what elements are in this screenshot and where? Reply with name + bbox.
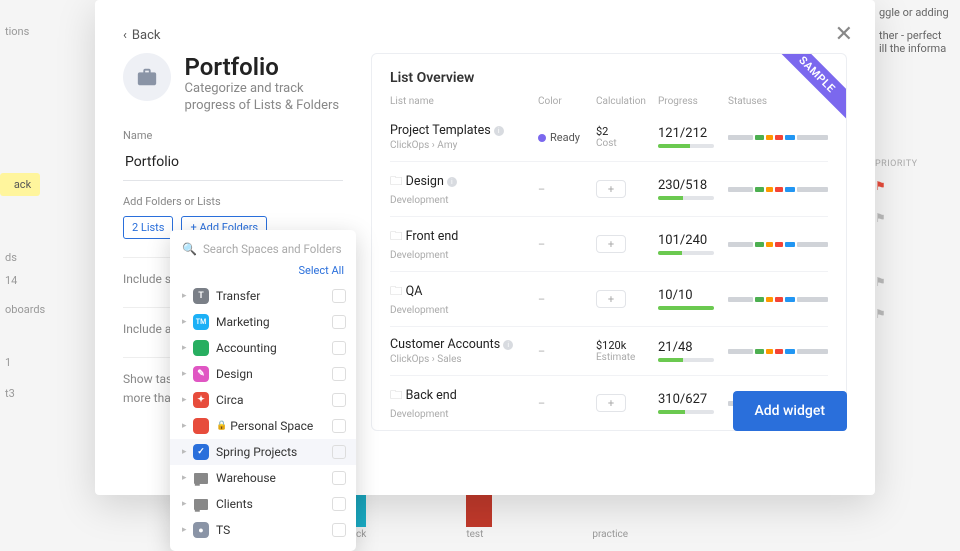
spaces-dropdown: 🔍 Search Spaces and Folders Select All ▸… [170, 230, 356, 551]
expand-icon[interactable]: ▸ [182, 525, 188, 535]
expand-icon[interactable]: ▸ [182, 317, 188, 327]
chevron-left-icon: ‹ [123, 28, 127, 43]
checkbox[interactable] [332, 523, 346, 537]
expand-icon[interactable]: ▸ [182, 499, 188, 509]
preview-title: List Overview [390, 70, 828, 86]
preview-row: 🗀 Front endDevelopment–+101/240 [390, 216, 828, 271]
dropdown-item[interactable]: ▸▮Clients [170, 491, 356, 517]
lock-icon: 🔒 [216, 421, 227, 431]
dropdown-item[interactable]: ▸🔒Personal Space [170, 413, 356, 439]
dropdown-item[interactable]: ▸●TS [170, 517, 356, 543]
expand-icon[interactable]: ▸ [182, 343, 188, 353]
dropdown-search[interactable]: 🔍 Search Spaces and Folders [170, 238, 356, 264]
checkbox[interactable] [332, 341, 346, 355]
expand-icon[interactable]: ▸ [182, 395, 188, 405]
checkbox[interactable] [332, 497, 346, 511]
expand-icon[interactable]: ▸ [182, 473, 188, 483]
preview-card: SAMPLE List Overview List name Color Cal… [371, 53, 847, 431]
expand-icon[interactable]: ▸ [182, 447, 188, 457]
name-input[interactable] [123, 148, 343, 181]
checkbox[interactable] [332, 419, 346, 433]
background-sidebar: tions ack ds 14 oboards 1 t3 [0, 0, 95, 540]
select-all-link[interactable]: Select All [170, 264, 356, 283]
checkbox[interactable] [332, 315, 346, 329]
info-icon[interactable]: i [503, 340, 513, 350]
add-calc-button[interactable]: + [596, 394, 626, 412]
expand-icon[interactable]: ▸ [182, 291, 188, 301]
add-folders-label: Add Folders or Lists [123, 195, 343, 208]
close-icon[interactable]: ✕ [835, 22, 853, 47]
checkbox[interactable] [332, 289, 346, 303]
modal-title: Portfolio [185, 53, 343, 81]
preview-row: Customer AccountsiClickOps › Sales–$120k… [390, 326, 828, 375]
dropdown-item[interactable]: ▸TMMarketing [170, 309, 356, 335]
checkbox[interactable] [332, 393, 346, 407]
dropdown-item[interactable]: ▸✎Design [170, 361, 356, 387]
dropdown-item[interactable]: ▸✓Spring Projects [170, 439, 356, 465]
info-icon[interactable]: i [494, 126, 504, 136]
checkbox[interactable] [332, 445, 346, 459]
search-icon: 🔍 [182, 242, 197, 256]
dropdown-item[interactable]: ▸▮Warehouse [170, 465, 356, 491]
dropdown-item[interactable]: ▸✦Circa [170, 387, 356, 413]
dropdown-item[interactable]: ▸Accounting [170, 335, 356, 361]
lists-chip[interactable]: 2 Lists [123, 216, 173, 239]
add-widget-button[interactable]: Add widget [733, 391, 848, 431]
add-calc-button[interactable]: + [596, 290, 626, 308]
back-button[interactable]: ‹Back [123, 28, 847, 43]
name-label: Name [123, 129, 343, 142]
expand-icon[interactable]: ▸ [182, 421, 188, 431]
preview-row: 🗀 DesigniDevelopment–+230/518 [390, 161, 828, 216]
preview-header: List name Color Calculation Progress Sta… [390, 96, 828, 113]
info-icon[interactable]: i [447, 177, 457, 187]
background-chart: check test practice [340, 490, 810, 540]
preview-row: 🗀 QADevelopment–+10/10 [390, 271, 828, 326]
add-calc-button[interactable]: + [596, 235, 626, 253]
expand-icon[interactable]: ▸ [182, 369, 188, 379]
preview-row: Project TemplatesiClickOps › AmyReady$2C… [390, 113, 828, 161]
add-calc-button[interactable]: + [596, 180, 626, 198]
dropdown-item[interactable]: ▸TTransfer [170, 283, 356, 309]
preview-column: SAMPLE List Overview List name Color Cal… [371, 53, 847, 431]
modal-subtitle: Categorize and track progress of Lists &… [185, 81, 343, 115]
checkbox[interactable] [332, 367, 346, 381]
checkbox[interactable] [332, 471, 346, 485]
portfolio-icon [123, 53, 171, 101]
background-right: ggle or adding ther - perfectill the inf… [875, 0, 960, 321]
